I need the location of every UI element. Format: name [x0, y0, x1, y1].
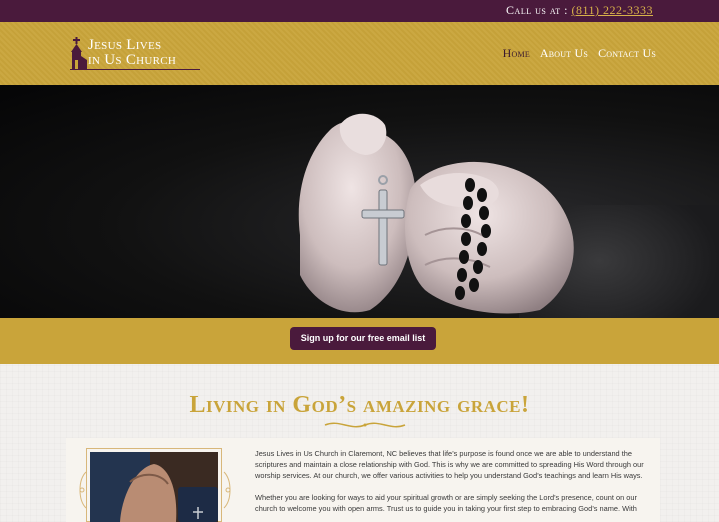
main-nav: Home About Us Contact Us: [503, 46, 656, 61]
praying-hands-rosary-illustration: [298, 113, 574, 314]
intro-paragraph-1: Jesus Lives in Us Church in Claremont, N…: [255, 449, 644, 480]
email-signup-button[interactable]: Sign up for our free email list: [290, 327, 436, 350]
logo-line-2: in Us Church: [88, 52, 177, 68]
intro-paragraph-2: Whether you are looking for ways to aid …: [255, 493, 637, 513]
praying-with-bible-image: [90, 452, 218, 522]
phone-link[interactable]: (811) 222-3333: [571, 3, 653, 17]
nav-home[interactable]: Home: [503, 46, 530, 61]
right-ornament-icon: [223, 471, 231, 509]
logo-text: Jesus Lives in Us Church: [88, 38, 176, 68]
praying-hands-bible-illustration: [90, 452, 218, 522]
logo-underline: [70, 69, 200, 70]
call-label: Call us at :: [506, 3, 572, 17]
logo-line-1: Jesus Lives: [88, 37, 162, 53]
nav-contact-us[interactable]: Contact Us: [598, 46, 656, 61]
hero-image: [0, 85, 719, 319]
logo[interactable]: Jesus Lives in Us Church: [66, 36, 206, 72]
flourish-divider-icon: [324, 422, 406, 428]
nav-about-us[interactable]: About Us: [540, 46, 588, 61]
top-bar: Call us at : (811) 222-3333: [0, 0, 719, 22]
intro-text: Jesus Lives in Us Church in Claremont, N…: [255, 448, 651, 522]
call-us: Call us at : (811) 222-3333: [506, 3, 653, 18]
church-icon: [71, 37, 87, 69]
page-heading: Living in God’s amazing grace!: [189, 392, 530, 418]
site-header: Jesus Lives in Us Church Home About Us C…: [0, 22, 719, 85]
